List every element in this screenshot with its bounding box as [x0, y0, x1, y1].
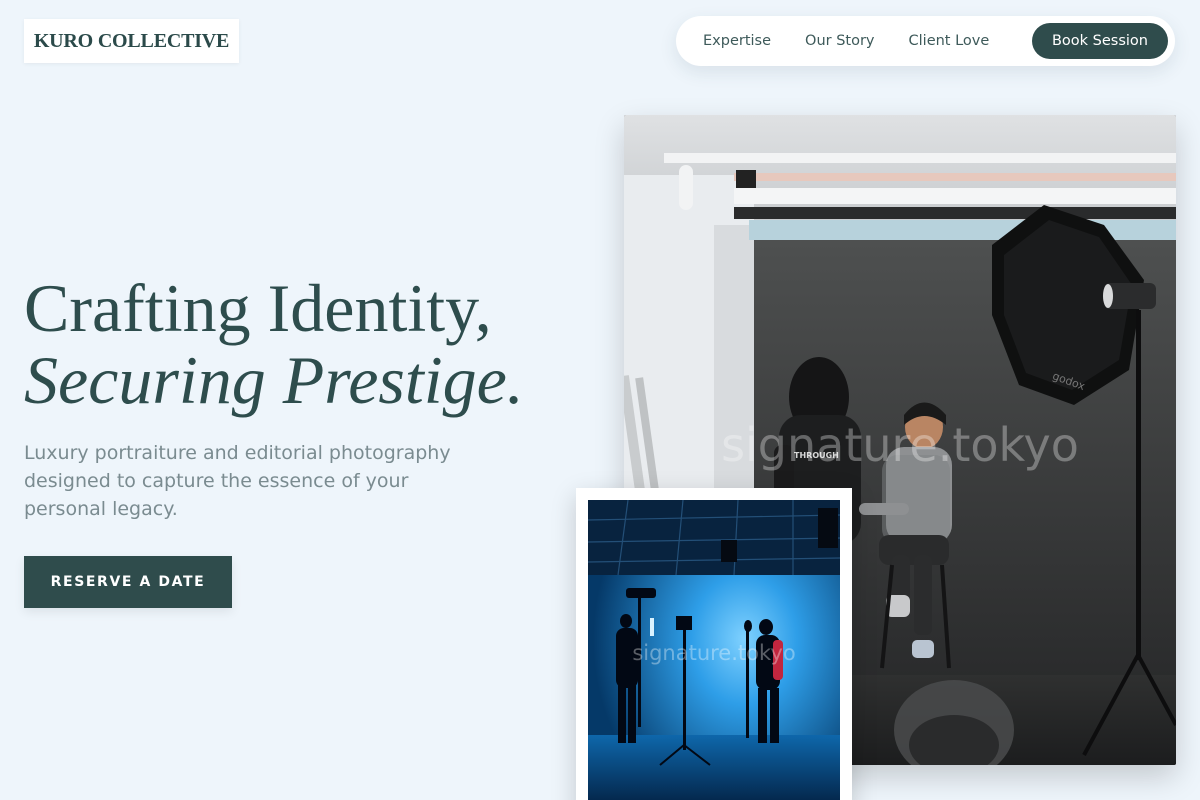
book-session-button[interactable]: Book Session [1031, 23, 1168, 59]
inset-photo-watermark: signature.tokyo [632, 641, 795, 665]
brand-logo[interactable]: KURO COLLECTIVE [24, 19, 239, 63]
nav-link-client-love[interactable]: Client Love [892, 33, 1007, 49]
reserve-date-button[interactable]: RESERVE A DATE [24, 556, 232, 608]
hero-headline: Crafting Identity, Securing Prestige. [24, 272, 524, 416]
inset-photo-frame: signature.tokyo [576, 488, 852, 800]
hero-headline-line1: Crafting Identity, [24, 270, 492, 346]
blue-studio-photo: signature.tokyo [588, 500, 840, 800]
hero-subtitle: Luxury portraiture and editorial photogr… [24, 442, 451, 520]
top-nav: Expertise Our Story Client Love Book Ses… [676, 16, 1175, 66]
hero-headline-line2: Securing Prestige. [24, 342, 524, 418]
main-photo-watermark: signature.tokyo [721, 418, 1079, 472]
nav-link-our-story[interactable]: Our Story [788, 33, 891, 49]
nav-link-expertise[interactable]: Expertise [686, 33, 788, 49]
